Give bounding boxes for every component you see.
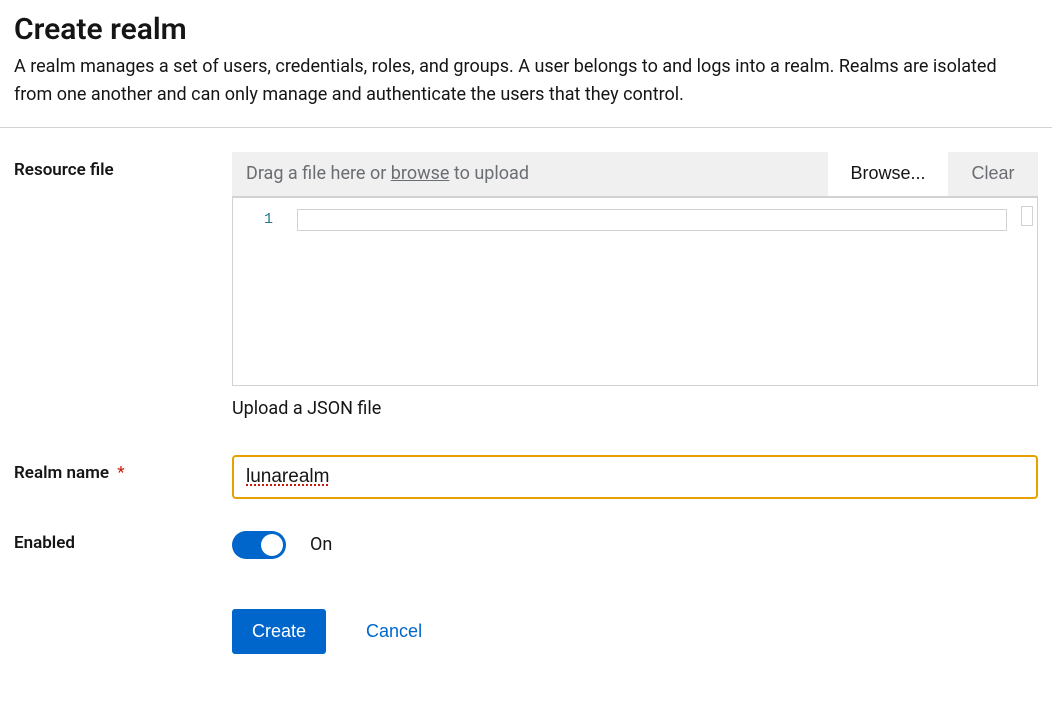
clear-button[interactable]: Clear <box>948 152 1038 196</box>
realm-name-input[interactable] <box>232 455 1038 499</box>
code-editor[interactable]: 1 <box>232 196 1038 386</box>
enabled-state-label: On <box>310 534 332 555</box>
create-button[interactable]: Create <box>232 609 326 654</box>
required-indicator: * <box>117 463 124 483</box>
page-title: Create realm <box>14 10 1038 49</box>
cancel-button[interactable]: Cancel <box>366 621 422 642</box>
browse-button[interactable]: Browse... <box>828 152 948 196</box>
toggle-knob <box>261 534 283 556</box>
resource-file-helper: Upload a JSON file <box>232 398 1038 419</box>
page-description: A realm manages a set of users, credenti… <box>14 53 1038 109</box>
drop-hint-suffix: to upload <box>449 163 529 184</box>
drop-hint-link[interactable]: browse <box>391 163 450 184</box>
file-upload-bar: Drag a file here or browse to upload Bro… <box>232 152 1038 196</box>
resource-file-label: Resource file <box>14 152 232 180</box>
realm-name-label: Realm name * <box>14 455 232 483</box>
line-number: 1 <box>245 208 293 232</box>
section-divider <box>0 127 1052 128</box>
enabled-label: Enabled <box>14 531 232 553</box>
file-drop-zone[interactable]: Drag a file here or browse to upload <box>232 152 828 196</box>
drop-hint-prefix: Drag a file here or <box>246 163 391 184</box>
editor-scrollbar[interactable] <box>1021 206 1033 226</box>
enabled-toggle[interactable] <box>232 531 286 559</box>
code-line-empty[interactable] <box>297 209 1007 231</box>
